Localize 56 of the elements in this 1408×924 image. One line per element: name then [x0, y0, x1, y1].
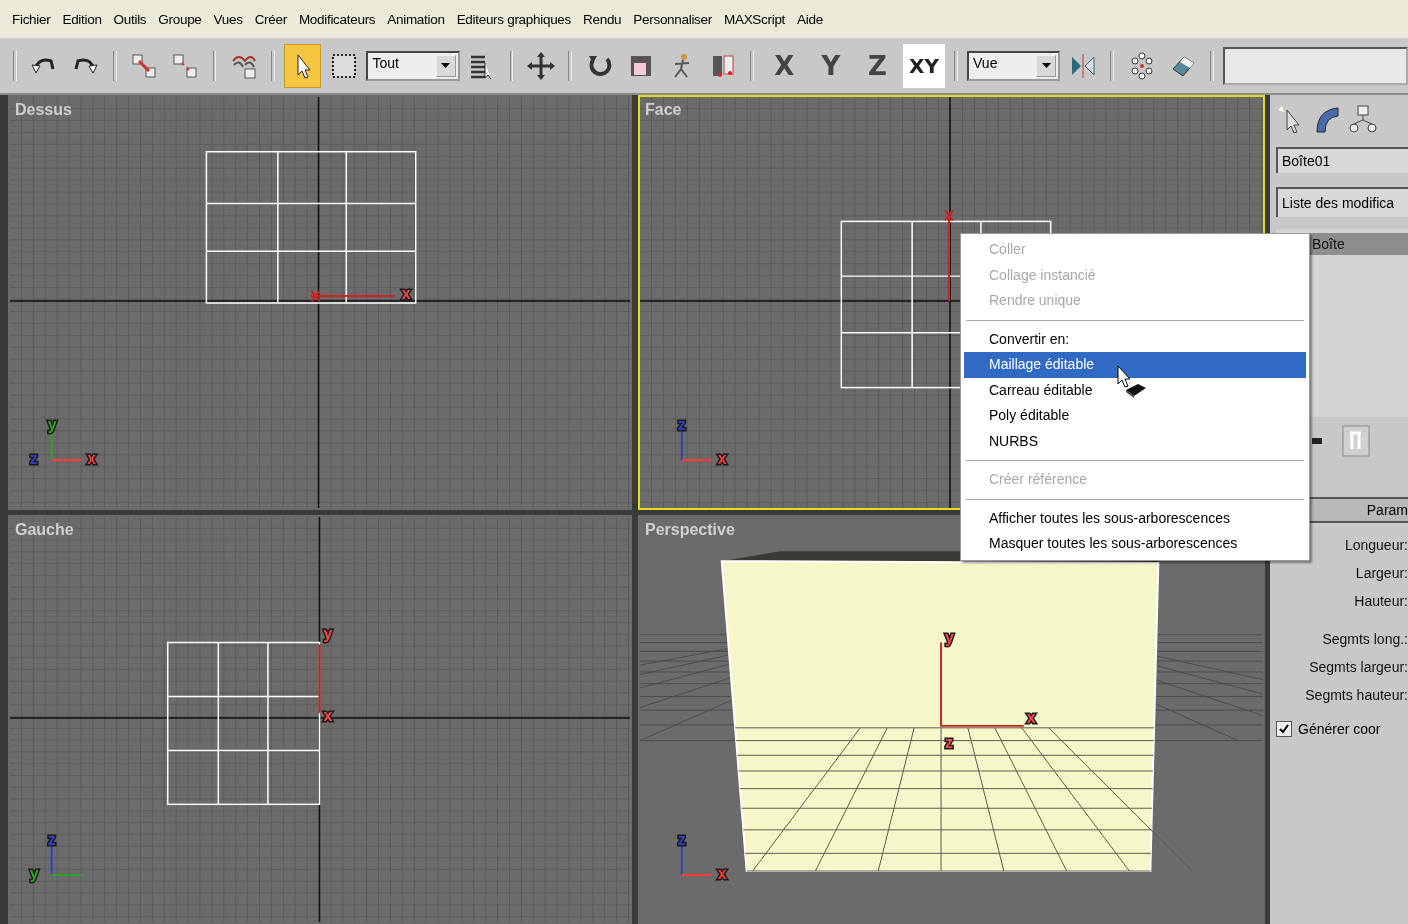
axis-constraint-button[interactable]: X: [763, 43, 806, 88]
menu-item[interactable]: MAXScript: [724, 11, 786, 27]
object-name-field[interactable]: Boîte01: [1276, 147, 1408, 173]
pivot-axes: [318, 643, 321, 715]
hierarchy-icon[interactable]: [1348, 102, 1378, 136]
named-selection-field[interactable]: [1222, 46, 1408, 85]
axis-label: y: [323, 624, 333, 642]
dropdown-button[interactable]: [435, 54, 456, 77]
checkbox-label[interactable]: Générer coor: [1298, 721, 1381, 737]
parameter-label: Segmts long.:: [1322, 631, 1408, 647]
axis-label: x: [323, 707, 333, 724]
menu-item[interactable]: Animation: [387, 11, 445, 27]
menu-item[interactable]: Vues: [213, 11, 243, 27]
menu-item[interactable]: Créer: [254, 11, 287, 27]
axis-constraint-button[interactable]: XY: [902, 43, 946, 88]
axis-label: z: [47, 831, 56, 849]
caret-icon: [441, 63, 451, 68]
modifier-list-dropdown[interactable]: Liste des modifica: [1276, 187, 1408, 217]
move-icon: [525, 50, 556, 81]
axis-label: x: [1026, 709, 1036, 726]
checkbox[interactable]: [1276, 721, 1292, 737]
menu-item[interactable]: Editeurs graphiques: [456, 11, 572, 27]
parameter-label: Longueur:: [1344, 537, 1408, 553]
parameter-label: Largeur:: [1355, 565, 1408, 581]
menu-item[interactable]: Aide: [797, 11, 823, 27]
modifier-stack-item[interactable]: Boîte: [1308, 233, 1408, 255]
caret-icon: [1041, 63, 1051, 68]
axis-label: y: [945, 628, 954, 646]
axis-tripod-icon: [680, 844, 713, 876]
coordinate-system-dropdown[interactable]: Vue: [967, 50, 1061, 81]
menu-item[interactable]: Groupe: [158, 11, 202, 27]
menu-item[interactable]: Rendu: [583, 11, 622, 27]
axis-label: x: [717, 864, 727, 882]
menu-item[interactable]: Maillage éditable: [964, 352, 1306, 378]
axis-label: x: [87, 450, 97, 468]
selection-filter-dropdown[interactable]: Tout: [366, 50, 460, 81]
axis-tripod-icon: [680, 429, 713, 462]
axis-label: y: [47, 416, 57, 434]
menu-item[interactable]: Personnaliser: [633, 11, 712, 27]
axis-label: x: [717, 450, 727, 468]
dropdown-button[interactable]: [1036, 54, 1057, 77]
parameter-label: Segmts largeur:: [1309, 659, 1408, 675]
menu-item[interactable]: Fichier: [12, 11, 51, 27]
menu-item[interactable]: Outils: [113, 11, 147, 27]
axis-label: z: [677, 416, 686, 434]
parameter-label: Segmts hauteur:: [1305, 687, 1408, 703]
axis-label: z: [677, 831, 686, 849]
axis-label: y: [29, 864, 39, 882]
menu-item[interactable]: Edition: [62, 11, 102, 27]
axis-constraint-button[interactable]: Z: [856, 43, 899, 88]
axis-tripod-icon: [50, 844, 83, 876]
axis-label: z: [29, 450, 38, 468]
axis-label: x: [401, 285, 411, 302]
parameter-label: Hauteur:: [1354, 593, 1408, 609]
axis-constraint-button[interactable]: Y: [809, 43, 853, 88]
menu-item[interactable]: Modificateurs: [298, 11, 376, 27]
